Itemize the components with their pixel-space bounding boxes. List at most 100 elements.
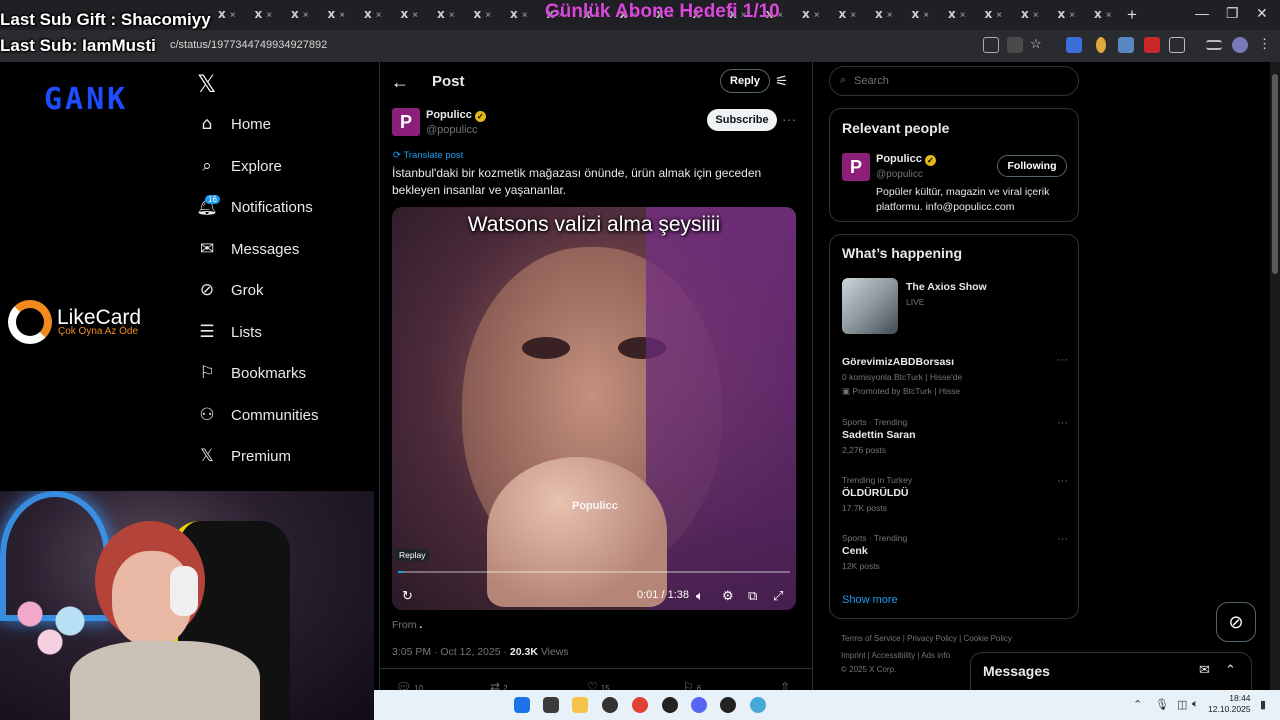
sidebar-item-explore[interactable]: ⌕ Explore (196, 150, 282, 182)
browser-tab[interactable]: x × (802, 6, 836, 24)
reading-list-icon[interactable] (1206, 40, 1222, 50)
chrome-icon[interactable] (632, 697, 648, 713)
extension-icon[interactable] (1066, 37, 1082, 53)
replay-icon[interactable]: ↻ (402, 588, 413, 604)
subscribe-button[interactable]: Subscribe (707, 109, 777, 131)
close-icon[interactable]: ✕ (1256, 5, 1268, 22)
footer-link[interactable]: Terms of Service (841, 634, 901, 643)
footer-link[interactable]: Accessibility (872, 651, 916, 660)
more-options-icon[interactable]: ··· (782, 111, 796, 127)
page-scrollbar[interactable] (1270, 62, 1280, 690)
browser-tab[interactable]: x × (364, 6, 398, 24)
x-logo-icon[interactable]: 𝕏 (197, 70, 216, 98)
app-icon[interactable] (720, 697, 736, 713)
taskbar-clock[interactable]: 18:44 12.10.2025 (1208, 693, 1251, 715)
browser-tab[interactable]: x × (328, 6, 362, 24)
reply-button[interactable]: Reply (720, 69, 770, 93)
tab-close-icon[interactable]: × (376, 10, 382, 21)
discord-icon[interactable] (691, 697, 707, 713)
notification-center-icon[interactable]: ▮ (1260, 698, 1266, 711)
trend-more-icon[interactable]: ··· (1057, 475, 1068, 487)
bookmark-star-icon[interactable]: ☆ (1030, 36, 1046, 52)
tab-close-icon[interactable]: × (522, 10, 528, 21)
trend-item[interactable]: Sports · Trending Sadettin Saran 2,276 pos… (842, 417, 1068, 455)
sidebar-item-bookmarks[interactable]: ⚐ Bookmarks (196, 357, 306, 389)
tray-chevron-icon[interactable]: ⌃ (1133, 698, 1142, 711)
back-arrow-icon[interactable]: ← (391, 72, 409, 93)
app-icon[interactable] (662, 697, 678, 713)
author-name-text[interactable]: Populicc (426, 109, 472, 121)
browser-tab[interactable]: x × (985, 6, 1019, 24)
browser-tab[interactable]: x × (1094, 6, 1128, 24)
start-menu-icon[interactable] (514, 697, 530, 713)
footer-link[interactable]: Privacy Policy (907, 634, 957, 643)
sidebar-item-home[interactable]: ⌂ Home (196, 108, 271, 140)
translate-icon[interactable] (1007, 37, 1023, 53)
from-value[interactable]: . (419, 619, 422, 631)
restore-icon[interactable]: ❐ (1226, 5, 1239, 22)
extension-icon[interactable] (1144, 37, 1160, 53)
extension-icon[interactable] (1118, 37, 1134, 53)
trend-more-icon[interactable]: ··· (1057, 533, 1068, 545)
tab-close-icon[interactable]: × (1069, 10, 1075, 21)
trend-more-icon[interactable]: ··· (1057, 354, 1068, 366)
browser-tab[interactable]: x × (255, 6, 289, 24)
translate-post-link[interactable]: ⟳ Translate post (393, 150, 463, 161)
volume-icon[interactable]: 🔈︎ (1192, 698, 1199, 711)
axios-show-name[interactable]: The Axios Show (906, 281, 987, 293)
minimize-icon[interactable]: — (1195, 5, 1209, 21)
trend-more-icon[interactable]: ··· (1057, 417, 1068, 429)
url-text[interactable]: c/status/1977344749934927892 (170, 39, 327, 51)
install-app-icon[interactable] (983, 37, 999, 53)
browser-tab[interactable]: x × (875, 6, 909, 24)
tab-close-icon[interactable]: × (266, 10, 272, 21)
microphone-icon[interactable]: 🎙︎ (1155, 698, 1169, 711)
footer-link[interactable]: Imprint (841, 651, 865, 660)
trend-name[interactable]: GörevimizABDBorsası (842, 356, 1068, 368)
author-avatar[interactable]: P (392, 108, 420, 136)
author-handle[interactable]: @populicc (426, 124, 478, 136)
relevant-person-name[interactable]: Populicc ✓ (876, 153, 936, 166)
tab-close-icon[interactable]: × (1106, 10, 1112, 21)
video-player[interactable]: Watsons valizi alma şeysiiii Populicc (392, 207, 796, 610)
new-message-icon[interactable]: ✉ (1199, 662, 1210, 678)
network-icon[interactable]: ◫ (1177, 698, 1187, 711)
filter-icon[interactable]: ⚟ (775, 72, 788, 90)
browser-tab[interactable]: x × (437, 6, 471, 24)
address-bar[interactable]: c/status/1977344749934927892 ☆ ⋮ (0, 30, 1280, 62)
browser-tab[interactable]: x × (510, 6, 544, 24)
sidebar-item-premium[interactable]: 𝕏 Premium (196, 440, 291, 472)
search-input[interactable]: ⌕ Search (829, 66, 1079, 96)
footer-link[interactable]: Ads info (921, 651, 950, 660)
settings-gear-icon[interactable]: ⚙ (722, 588, 734, 604)
tab-close-icon[interactable]: × (449, 10, 455, 21)
app-icon[interactable] (602, 697, 618, 713)
tab-close-icon[interactable]: × (887, 10, 893, 21)
messages-drawer-title[interactable]: Messages (983, 663, 1050, 679)
tab-close-icon[interactable]: × (960, 10, 966, 21)
trend-name[interactable]: ÖLDÜRÜLDÜ (842, 487, 1068, 499)
browser-tab[interactable]: x × (912, 6, 946, 24)
trend-item[interactable]: GörevimizABDBorsası 0 komisyonla BtcTurk … (842, 354, 1068, 397)
fullscreen-icon[interactable]: ⤢ (773, 588, 783, 604)
extensions-puzzle-icon[interactable] (1169, 37, 1185, 53)
file-explorer-icon[interactable] (572, 697, 588, 713)
volume-icon[interactable]: 🔈︎ (696, 588, 704, 604)
axios-show-thumbnail[interactable] (842, 278, 898, 334)
post-timestamp[interactable]: 3:05 PM · Oct 12, 2025 · (392, 646, 510, 658)
sidebar-item-messages[interactable]: ✉ Messages (196, 233, 300, 265)
expand-chevron-icon[interactable]: ⌃ (1225, 662, 1236, 678)
scrollbar-thumb[interactable] (1272, 74, 1278, 274)
kebab-menu-icon[interactable]: ⋮ (1258, 36, 1274, 52)
browser-tab[interactable]: x × (1058, 6, 1092, 24)
relevant-person-avatar[interactable]: P (842, 153, 870, 181)
tab-close-icon[interactable]: × (412, 10, 418, 21)
show-more-link[interactable]: Show more (842, 594, 898, 606)
trend-item[interactable]: Sports · Trending Cenk 12K posts ··· (842, 533, 1068, 571)
browser-tab[interactable]: x × (1021, 6, 1055, 24)
relevant-person-handle[interactable]: @populicc (876, 169, 923, 180)
tab-close-icon[interactable]: × (485, 10, 491, 21)
video-progress-bar[interactable] (398, 571, 790, 573)
sidebar-item-communities[interactable]: ⚇ Communities (196, 399, 318, 431)
new-tab-button[interactable]: + (1127, 5, 1137, 25)
